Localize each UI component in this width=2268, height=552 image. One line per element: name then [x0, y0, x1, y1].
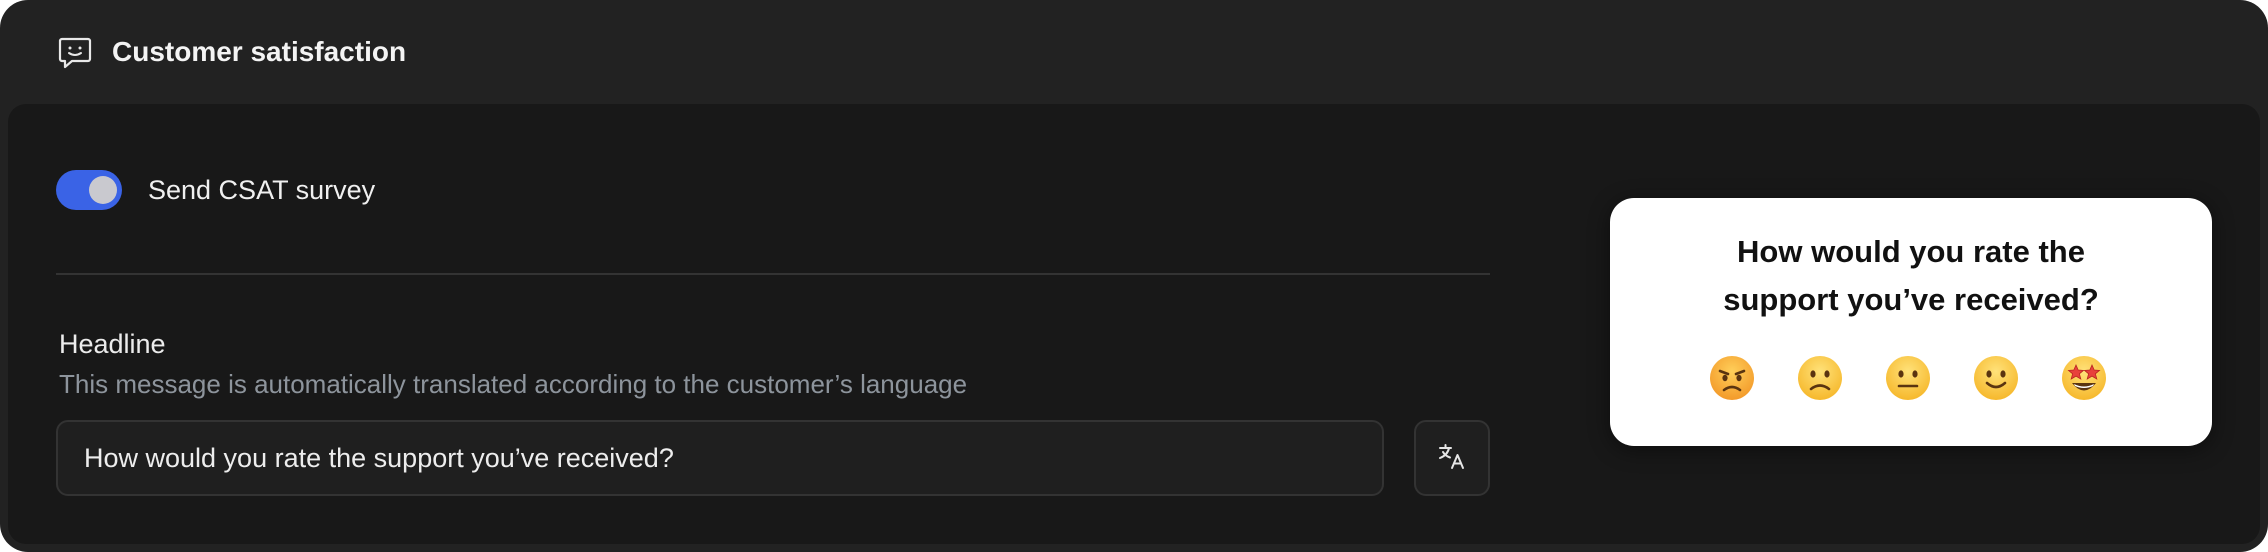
- preview-question-line1: How would you rate the: [1737, 234, 2085, 269]
- rating-row: [1610, 350, 2212, 406]
- customer-satisfaction-panel: Customer satisfaction Send CSAT survey H…: [0, 0, 2268, 552]
- slightly-smiling-face-icon[interactable]: [1972, 354, 2020, 402]
- panel-title: Customer satisfaction: [112, 36, 407, 67]
- translate-icon: [1437, 441, 1467, 476]
- preview-question: How would you rate the support you’ve re…: [1610, 228, 2212, 324]
- toggle-knob: [89, 176, 117, 204]
- translate-button[interactable]: [1414, 420, 1490, 496]
- neutral-face-icon[interactable]: [1884, 354, 1932, 402]
- headline-title: Headline: [59, 329, 166, 359]
- send-csat-toggle[interactable]: [56, 170, 122, 210]
- slightly-frowning-face-icon[interactable]: [1796, 354, 1844, 402]
- divider: [56, 273, 1490, 275]
- star-struck-face-icon[interactable]: [2060, 354, 2108, 402]
- headline-input[interactable]: [56, 420, 1384, 496]
- panel-header: Customer satisfaction: [0, 0, 2268, 104]
- chat-smile-icon: [58, 36, 92, 70]
- angry-face-icon[interactable]: [1708, 354, 1756, 402]
- panel-body: Send CSAT survey Headline This message i…: [8, 104, 2260, 544]
- csat-preview-card: How would you rate the support you’ve re…: [1610, 198, 2212, 446]
- send-csat-label: Send CSAT survey: [148, 175, 376, 205]
- preview-question-line2: support you’ve received?: [1723, 282, 2099, 317]
- headline-hint: This message is automatically translated…: [59, 369, 968, 399]
